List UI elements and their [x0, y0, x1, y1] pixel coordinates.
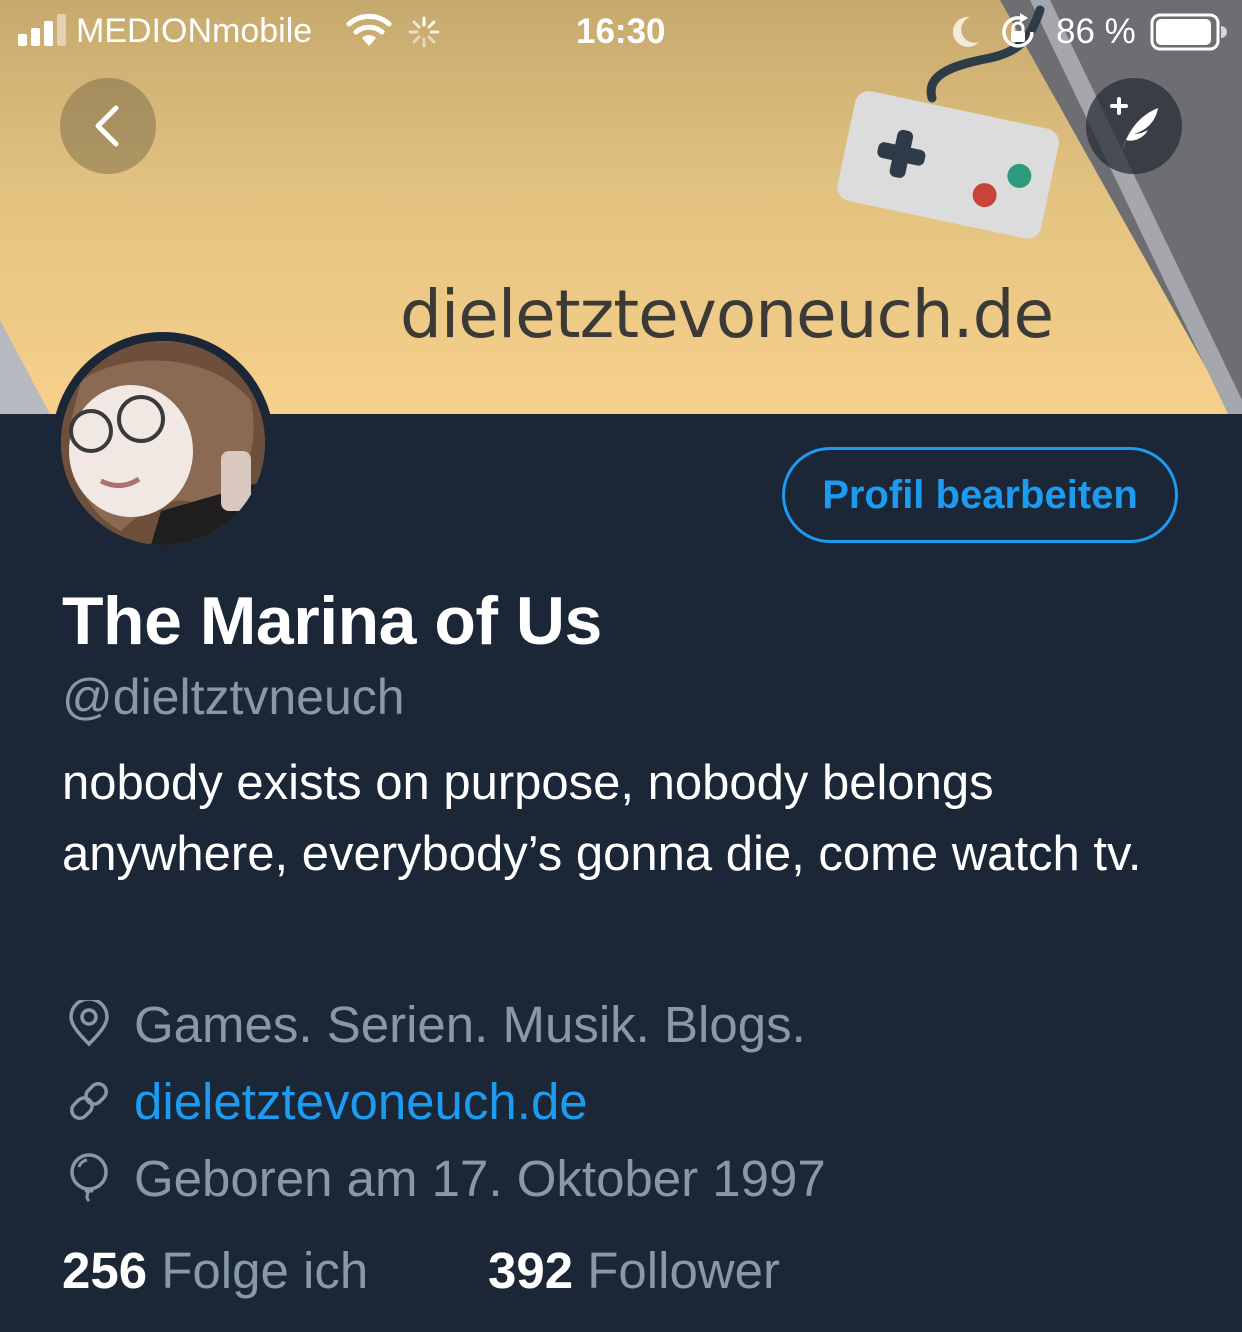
balloon-icon [62, 1151, 116, 1205]
rotation-lock-icon [1002, 13, 1034, 48]
carrier-name: MEDIONmobile [76, 12, 313, 50]
following-label: Folge ich [161, 1242, 369, 1299]
status-bar: MEDIONmobile 16:30 86 % [0, 0, 1242, 64]
battery-percentage: 86 % [1056, 12, 1136, 51]
wifi-icon [346, 13, 392, 46]
profile-bio: nobody exists on purpose, nobody belongs… [62, 756, 1142, 881]
signal-icon [18, 14, 68, 46]
profile-avatar[interactable] [52, 332, 274, 554]
location-row: Games. Serien. Musik. Blogs. [62, 994, 806, 1054]
followers-label: Follower [587, 1242, 780, 1299]
following-stat[interactable]: 256 Folge ich [62, 1241, 368, 1300]
birthday-text: Geboren am 17. Oktober 1997 [134, 1149, 826, 1207]
location-pin-icon [62, 997, 116, 1051]
chevron-left-icon [95, 105, 119, 147]
followers-stat[interactable]: 392 Follower [488, 1241, 780, 1300]
activity-icon [408, 16, 440, 48]
status-time: 16:30 [576, 12, 666, 51]
link-icon [62, 1074, 116, 1128]
avatar-image [61, 341, 265, 545]
back-button[interactable] [60, 78, 156, 174]
moon-icon [952, 16, 979, 47]
compose-tweet-button[interactable] [1086, 78, 1182, 174]
website-row[interactable]: dieletztevoneuch.de [62, 1071, 588, 1131]
followers-count: 392 [488, 1242, 574, 1299]
banner-site-text: dieletztevoneuch.de [400, 276, 1054, 353]
compose-feather-icon [1110, 97, 1158, 150]
following-count: 256 [62, 1242, 148, 1299]
birthday-row: Geboren am 17. Oktober 1997 [62, 1148, 826, 1208]
edit-profile-button[interactable]: Profil bearbeiten [782, 447, 1178, 543]
battery-icon [1150, 13, 1227, 51]
website-link[interactable]: dieletztevoneuch.de [134, 1072, 588, 1131]
location-text: Games. Serien. Musik. Blogs. [134, 995, 806, 1053]
display-name: The Marina of Us [62, 583, 602, 659]
user-handle: @dieltztvneuch [62, 669, 405, 725]
